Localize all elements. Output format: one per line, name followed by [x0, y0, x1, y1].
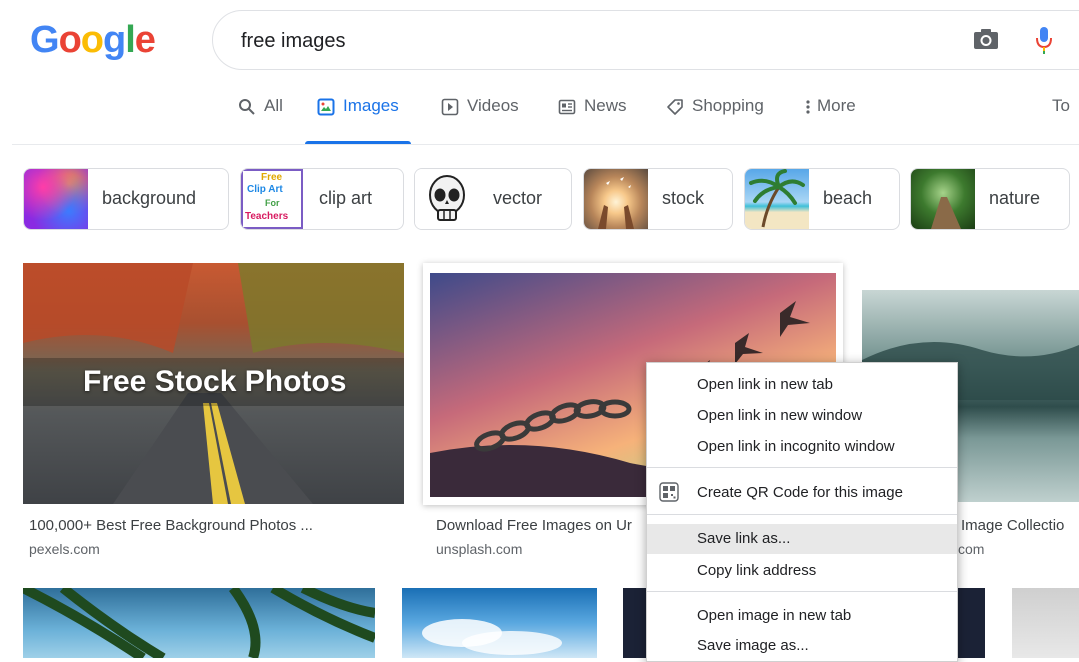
menu-item-label: Save link as...	[697, 530, 791, 547]
menu-separator	[647, 591, 957, 592]
context-menu: Open link in new tab Open link in new wi…	[646, 362, 958, 662]
chip-label: nature	[989, 188, 1041, 208]
chip-label: vector	[493, 188, 543, 208]
menu-item-label: Open link in new tab	[697, 376, 833, 393]
tab-news[interactable]: News	[558, 96, 627, 144]
tab-label: News	[584, 96, 627, 115]
image-overlay-text: Free Stock Photos	[83, 365, 347, 398]
skull-icon	[415, 169, 479, 229]
chip-label: background	[102, 188, 197, 208]
tab-images[interactable]: Images	[305, 96, 411, 144]
tabs-divider	[12, 144, 1079, 145]
tab-label: Shopping	[692, 96, 764, 115]
chip-clip-art[interactable]: Free Clip Art For Teachers clip art	[240, 168, 404, 230]
palm-tree-icon	[749, 169, 805, 228]
menu-item-copy-link-address[interactable]: Copy link address	[647, 556, 957, 586]
menu-item-label: Create QR Code for this image	[697, 484, 903, 501]
chip-vector[interactable]: vector	[414, 168, 572, 230]
result-source-1[interactable]: pexels.com	[29, 541, 100, 557]
tab-more[interactable]: More	[805, 96, 856, 144]
tab-all[interactable]: All	[238, 96, 283, 144]
menu-item-save-image-as[interactable]: Save image as...	[647, 631, 957, 661]
tab-shopping[interactable]: Shopping	[666, 96, 764, 144]
chip-background[interactable]: background	[23, 168, 229, 230]
result-image-7[interactable]	[1012, 588, 1079, 658]
chip-stock[interactable]: stock	[583, 168, 733, 230]
result-image-5[interactable]	[402, 588, 597, 658]
tag-icon	[666, 98, 684, 121]
tab-label: All	[264, 96, 283, 115]
menu-item-label: Copy link address	[697, 562, 817, 579]
chip-nature[interactable]: nature	[910, 168, 1070, 230]
menu-item-create-qr-code[interactable]: Create QR Code for this image	[647, 478, 957, 508]
menu-item-label: Open link in incognito window	[697, 438, 895, 455]
hands-icon	[598, 177, 634, 229]
clouds-illustration	[422, 619, 562, 655]
menu-separator	[647, 467, 957, 468]
chip-thumbnail: Free Clip Art For Teachers	[241, 169, 303, 229]
logo-letter: e	[134, 19, 156, 61]
chip-label: stock	[662, 188, 705, 208]
tab-label: More	[817, 96, 856, 115]
boardwalk-icon	[931, 197, 961, 229]
menu-item-open-link-new-tab[interactable]: Open link in new tab	[647, 370, 957, 400]
result-source-2[interactable]: unsplash.com	[436, 541, 522, 557]
menu-item-open-link-incognito[interactable]: Open link in incognito window	[647, 432, 957, 462]
logo-letter: l	[125, 19, 136, 61]
result-caption-3[interactable]: Image Collectio	[961, 517, 1064, 534]
google-logo[interactable]: Google	[30, 18, 156, 62]
menu-item-label: Save image as...	[697, 637, 809, 654]
menu-item-label: Open image in new tab	[697, 607, 852, 624]
thumb-text: For	[265, 198, 280, 208]
search-tabs: All Images Videos News Shopping More To	[0, 96, 1079, 144]
image-icon	[317, 98, 335, 121]
result-caption-1[interactable]: 100,000+ Best Free Background Photos ...	[29, 517, 313, 534]
microphone-icon[interactable]	[1036, 26, 1052, 54]
result-image-1[interactable]: Free Stock Photos	[23, 263, 404, 504]
chip-thumbnail	[584, 169, 648, 229]
camera-icon[interactable]	[973, 28, 999, 50]
chip-label: clip art	[319, 188, 373, 208]
news-icon	[558, 98, 576, 121]
qr-code-icon	[659, 482, 679, 506]
more-vert-icon	[805, 98, 811, 121]
play-icon	[441, 98, 459, 121]
thumb-text: Clip Art	[247, 184, 283, 195]
logo-letter: o	[58, 19, 82, 61]
result-caption-2[interactable]: Download Free Images on Ur	[436, 517, 632, 534]
tab-videos[interactable]: Videos	[441, 96, 519, 144]
search-input[interactable]	[239, 27, 843, 55]
tab-label: Images	[343, 96, 399, 115]
chip-thumbnail	[24, 169, 88, 229]
logo-letter: g	[103, 19, 126, 61]
result-source-3[interactable]: com	[958, 541, 984, 557]
tab-label: Videos	[467, 96, 519, 115]
thumb-text: Free	[261, 172, 283, 183]
chip-thumbnail	[911, 169, 975, 229]
tab-tools[interactable]: To	[1052, 96, 1070, 144]
result-image-4[interactable]	[23, 588, 375, 658]
menu-item-open-image-new-tab[interactable]: Open image in new tab	[647, 601, 957, 631]
menu-separator	[647, 514, 957, 515]
tab-label: To	[1052, 96, 1070, 115]
logo-letter: o	[80, 19, 104, 61]
chip-label: beach	[823, 188, 873, 208]
chip-beach[interactable]: beach	[744, 168, 900, 230]
chip-thumbnail	[745, 169, 809, 229]
menu-item-save-link-as[interactable]: Save link as...	[647, 524, 957, 554]
search-box[interactable]	[212, 10, 1079, 70]
search-icon	[238, 98, 256, 121]
thumb-text: Teachers	[245, 211, 289, 222]
menu-item-label: Open link in new window	[697, 407, 863, 424]
palm-leaves-illustration	[23, 588, 375, 658]
menu-item-open-link-new-window[interactable]: Open link in new window	[647, 401, 957, 431]
logo-letter: G	[30, 19, 60, 61]
